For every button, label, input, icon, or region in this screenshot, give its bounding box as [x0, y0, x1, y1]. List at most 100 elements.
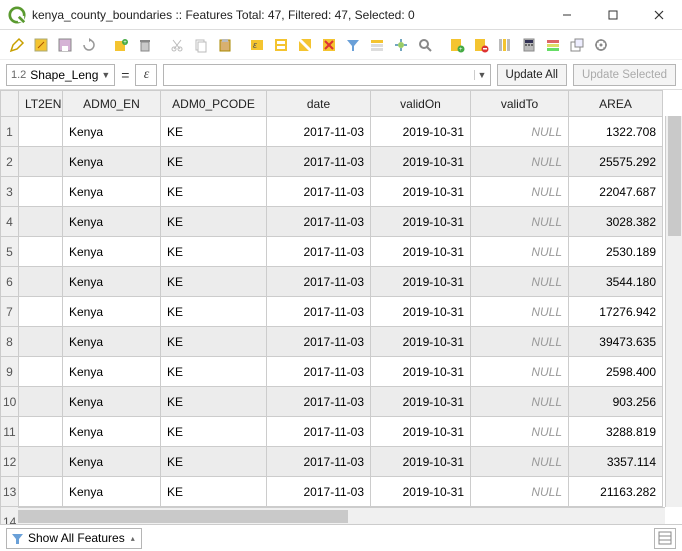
- cell-adm0en[interactable]: Kenya: [63, 237, 161, 267]
- table-row[interactable]: 6KenyaKE2017-11-032019-10-31NULL3544.180: [1, 267, 663, 297]
- cell-area[interactable]: 17276.942: [569, 297, 663, 327]
- filter-selection-icon[interactable]: [342, 34, 364, 56]
- cell-lt2en[interactable]: [19, 237, 63, 267]
- row-header[interactable]: 13: [1, 477, 19, 507]
- organize-columns-icon[interactable]: [494, 34, 516, 56]
- row-header[interactable]: 5: [1, 237, 19, 267]
- cell-validto[interactable]: NULL: [471, 387, 569, 417]
- cell-validto[interactable]: NULL: [471, 147, 569, 177]
- cell-adm0pcode[interactable]: KE: [161, 207, 267, 237]
- table-row[interactable]: 11KenyaKE2017-11-032019-10-31NULL3288.81…: [1, 417, 663, 447]
- cell-adm0en[interactable]: Kenya: [63, 357, 161, 387]
- cell-validto[interactable]: NULL: [471, 297, 569, 327]
- actions-icon[interactable]: [590, 34, 612, 56]
- cell-adm0pcode[interactable]: KE: [161, 177, 267, 207]
- cell-adm0en[interactable]: Kenya: [63, 117, 161, 147]
- table-row[interactable]: 4KenyaKE2017-11-032019-10-31NULL3028.382: [1, 207, 663, 237]
- cell-adm0pcode[interactable]: KE: [161, 387, 267, 417]
- zoom-to-selected-icon[interactable]: [414, 34, 436, 56]
- cell-validto[interactable]: NULL: [471, 327, 569, 357]
- dock-undock-icon[interactable]: [566, 34, 588, 56]
- move-selection-top-icon[interactable]: [366, 34, 388, 56]
- cell-adm0pcode[interactable]: KE: [161, 477, 267, 507]
- row-header[interactable]: 1: [1, 117, 19, 147]
- row-header[interactable]: 8: [1, 327, 19, 357]
- table-row[interactable]: 13KenyaKE2017-11-032019-10-31NULL21163.2…: [1, 477, 663, 507]
- table-row[interactable]: 5KenyaKE2017-11-032019-10-31NULL2530.189: [1, 237, 663, 267]
- cell-adm0en[interactable]: Kenya: [63, 177, 161, 207]
- cell-date[interactable]: 2017-11-03: [267, 267, 371, 297]
- cell-validto[interactable]: NULL: [471, 117, 569, 147]
- cell-area[interactable]: 3028.382: [569, 207, 663, 237]
- col-validto[interactable]: validTo: [471, 91, 569, 117]
- cell-area[interactable]: 21163.282: [569, 477, 663, 507]
- cell-adm0pcode[interactable]: KE: [161, 357, 267, 387]
- cell-date[interactable]: 2017-11-03: [267, 417, 371, 447]
- field-calculator-icon[interactable]: [518, 34, 540, 56]
- new-field-icon[interactable]: +: [446, 34, 468, 56]
- cell-adm0en[interactable]: Kenya: [63, 417, 161, 447]
- cell-validon[interactable]: 2019-10-31: [371, 177, 471, 207]
- cell-area[interactable]: 22047.687: [569, 177, 663, 207]
- col-validon[interactable]: validOn: [371, 91, 471, 117]
- cell-area[interactable]: 3357.114: [569, 447, 663, 477]
- cell-validto[interactable]: NULL: [471, 477, 569, 507]
- cell-validon[interactable]: 2019-10-31: [371, 297, 471, 327]
- minimize-button[interactable]: [544, 0, 590, 29]
- select-by-expression-icon[interactable]: ε: [246, 34, 268, 56]
- cell-area[interactable]: 25575.292: [569, 147, 663, 177]
- cell-lt2en[interactable]: [19, 297, 63, 327]
- cell-validon[interactable]: 2019-10-31: [371, 267, 471, 297]
- cell-adm0en[interactable]: Kenya: [63, 447, 161, 477]
- cell-area[interactable]: 3288.819: [569, 417, 663, 447]
- cell-validto[interactable]: NULL: [471, 237, 569, 267]
- cell-adm0en[interactable]: Kenya: [63, 147, 161, 177]
- row-header[interactable]: 12: [1, 447, 19, 477]
- cell-area[interactable]: 3544.180: [569, 267, 663, 297]
- cell-validon[interactable]: 2019-10-31: [371, 147, 471, 177]
- table-row[interactable]: 8KenyaKE2017-11-032019-10-31NULL39473.63…: [1, 327, 663, 357]
- col-date[interactable]: date: [267, 91, 371, 117]
- table-row[interactable]: 12KenyaKE2017-11-032019-10-31NULL3357.11…: [1, 447, 663, 477]
- table-row[interactable]: 2KenyaKE2017-11-032019-10-31NULL25575.29…: [1, 147, 663, 177]
- cell-date[interactable]: 2017-11-03: [267, 117, 371, 147]
- cell-area[interactable]: 2530.189: [569, 237, 663, 267]
- table-row[interactable]: 3KenyaKE2017-11-032019-10-31NULL22047.68…: [1, 177, 663, 207]
- multi-edit-icon[interactable]: [30, 34, 52, 56]
- cell-lt2en[interactable]: [19, 477, 63, 507]
- cell-area[interactable]: 39473.635: [569, 327, 663, 357]
- col-area[interactable]: AREA: [569, 91, 663, 117]
- horizontal-scrollbar[interactable]: [18, 507, 665, 524]
- cell-lt2en[interactable]: [19, 387, 63, 417]
- row-header[interactable]: 10: [1, 387, 19, 417]
- cell-lt2en[interactable]: [19, 267, 63, 297]
- cell-adm0en[interactable]: Kenya: [63, 207, 161, 237]
- row-header[interactable]: 9: [1, 357, 19, 387]
- field-selector[interactable]: 1.2 Shape_Leng ▼: [6, 64, 115, 86]
- cell-date[interactable]: 2017-11-03: [267, 387, 371, 417]
- cell-validon[interactable]: 2019-10-31: [371, 417, 471, 447]
- cell-adm0en[interactable]: Kenya: [63, 387, 161, 417]
- cell-adm0pcode[interactable]: KE: [161, 237, 267, 267]
- toggle-editing-icon[interactable]: [6, 34, 28, 56]
- cell-adm0pcode[interactable]: KE: [161, 327, 267, 357]
- cell-adm0pcode[interactable]: KE: [161, 147, 267, 177]
- table-row[interactable]: 1KenyaKE2017-11-032019-10-31NULL1322.708: [1, 117, 663, 147]
- invert-selection-icon[interactable]: [294, 34, 316, 56]
- row-header[interactable]: 11: [1, 417, 19, 447]
- table-row[interactable]: 10KenyaKE2017-11-032019-10-31NULL903.256: [1, 387, 663, 417]
- row-header[interactable]: 14: [1, 507, 19, 525]
- pan-to-selected-icon[interactable]: [390, 34, 412, 56]
- update-all-button[interactable]: Update All: [497, 64, 567, 86]
- row-header[interactable]: 2: [1, 147, 19, 177]
- cell-adm0en[interactable]: Kenya: [63, 327, 161, 357]
- cell-area[interactable]: 2598.400: [569, 357, 663, 387]
- cell-lt2en[interactable]: [19, 417, 63, 447]
- cell-date[interactable]: 2017-11-03: [267, 447, 371, 477]
- corner-cell[interactable]: [1, 91, 19, 117]
- cell-adm0pcode[interactable]: KE: [161, 297, 267, 327]
- cell-validon[interactable]: 2019-10-31: [371, 387, 471, 417]
- table-row[interactable]: 7KenyaKE2017-11-032019-10-31NULL17276.94…: [1, 297, 663, 327]
- reload-table-icon[interactable]: [78, 34, 100, 56]
- deselect-all-icon[interactable]: [318, 34, 340, 56]
